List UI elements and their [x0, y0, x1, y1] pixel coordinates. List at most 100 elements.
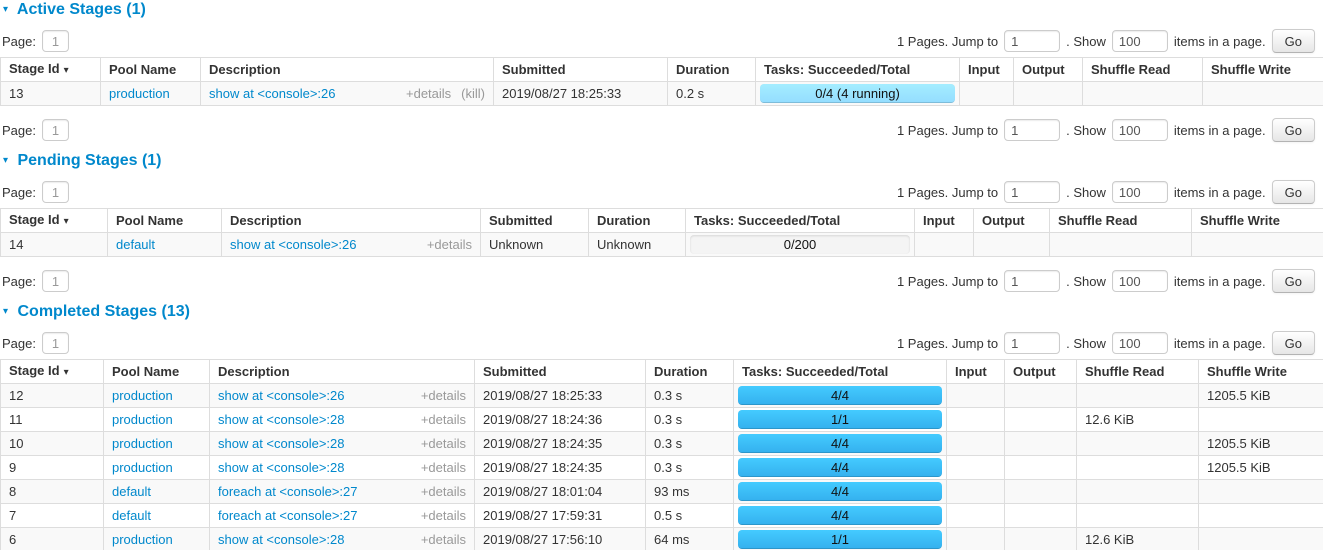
- page-number-input[interactable]: [42, 332, 69, 354]
- items-per-page-input[interactable]: [1112, 332, 1168, 354]
- column-header-pool-name[interactable]: Pool Name: [101, 58, 201, 82]
- pool-name-cell: production: [101, 82, 201, 106]
- column-header-description[interactable]: Description: [210, 360, 475, 384]
- description-link[interactable]: show at <console>:26: [230, 238, 356, 251]
- column-header-shuffle-write[interactable]: Shuffle Write: [1192, 209, 1323, 233]
- column-header-shuffle-read[interactable]: Shuffle Read: [1077, 360, 1199, 384]
- column-header-shuffle-write[interactable]: Shuffle Write: [1203, 58, 1323, 82]
- details-toggle[interactable]: +details: [406, 86, 451, 101]
- column-header-description[interactable]: Description: [201, 58, 494, 82]
- pool-name-link[interactable]: production: [112, 460, 173, 475]
- column-header-stage-id[interactable]: Stage Id▾: [1, 209, 108, 233]
- column-header-description[interactable]: Description: [222, 209, 481, 233]
- column-header-output[interactable]: Output: [974, 209, 1050, 233]
- column-header-input[interactable]: Input: [915, 209, 974, 233]
- details-toggle[interactable]: +details: [421, 412, 466, 427]
- tasks-progress-bar: 0/200: [690, 235, 910, 254]
- description-content: show at <console>:26 +details: [230, 238, 472, 251]
- pool-name-cell: production: [104, 384, 210, 408]
- duration-cell: 0.3 s: [646, 408, 734, 432]
- description-link[interactable]: show at <console>:28: [218, 437, 344, 450]
- pool-name-link[interactable]: production: [112, 412, 173, 427]
- column-header-stage-id[interactable]: Stage Id▾: [1, 360, 104, 384]
- go-button[interactable]: Go: [1272, 180, 1315, 204]
- items-text: items in a page.: [1174, 123, 1266, 138]
- details-toggle[interactable]: +details: [421, 532, 466, 547]
- pool-name-link[interactable]: default: [116, 237, 155, 252]
- pool-name-link[interactable]: default: [112, 508, 151, 523]
- description-link[interactable]: show at <console>:28: [218, 413, 344, 426]
- description-link[interactable]: foreach at <console>:27: [218, 485, 358, 498]
- description-link[interactable]: foreach at <console>:27: [218, 509, 358, 522]
- show-text: . Show: [1066, 274, 1106, 289]
- completed-stages-heading[interactable]: ▾ Completed Stages (13): [3, 303, 1323, 320]
- pool-name-link[interactable]: default: [112, 484, 151, 499]
- jump-to-page-input[interactable]: [1004, 30, 1060, 52]
- column-header-label: Shuffle Read: [1091, 62, 1170, 77]
- output-cell: [1005, 408, 1077, 432]
- details-toggle[interactable]: +details: [421, 436, 466, 451]
- description-link[interactable]: show at <console>:28: [218, 533, 344, 546]
- kill-link[interactable]: (kill): [461, 86, 485, 101]
- tasks-progress-bar: 4/4: [738, 506, 942, 525]
- jump-to-page-input[interactable]: [1004, 270, 1060, 292]
- column-header-label: Pool Name: [112, 364, 179, 379]
- column-header-shuffle-write[interactable]: Shuffle Write: [1199, 360, 1323, 384]
- jump-to-page-input[interactable]: [1004, 181, 1060, 203]
- column-header-input[interactable]: Input: [960, 58, 1014, 82]
- details-toggle[interactable]: +details: [421, 484, 466, 499]
- details-toggle[interactable]: +details: [421, 508, 466, 523]
- page-number-input[interactable]: [42, 119, 69, 141]
- column-header-input[interactable]: Input: [947, 360, 1005, 384]
- items-per-page-input[interactable]: [1112, 30, 1168, 52]
- tasks-cell: 1/1: [734, 528, 947, 550]
- column-header-duration[interactable]: Duration: [646, 360, 734, 384]
- description-link[interactable]: show at <console>:28: [218, 461, 344, 474]
- column-header-submitted[interactable]: Submitted: [475, 360, 646, 384]
- column-header-duration[interactable]: Duration: [668, 58, 756, 82]
- column-header-pool-name[interactable]: Pool Name: [104, 360, 210, 384]
- description-meta: +details: [411, 509, 466, 522]
- column-header-shuffle-read[interactable]: Shuffle Read: [1083, 58, 1203, 82]
- pool-name-link[interactable]: production: [112, 388, 173, 403]
- go-button[interactable]: Go: [1272, 29, 1315, 53]
- pool-name-link[interactable]: production: [109, 86, 170, 101]
- column-header-output[interactable]: Output: [1005, 360, 1077, 384]
- tasks-cell: 4/4: [734, 504, 947, 528]
- pagination-row: Page: 1 Pages. Jump to . Show items in a…: [0, 118, 1323, 142]
- column-header-stage-id[interactable]: Stage Id▾: [1, 58, 101, 82]
- description-meta: +details: [417, 238, 472, 251]
- page-number-input[interactable]: [42, 270, 69, 292]
- jump-to-page-input[interactable]: [1004, 332, 1060, 354]
- active-stages-heading[interactable]: ▾ Active Stages (1): [3, 1, 1323, 18]
- go-button[interactable]: Go: [1272, 331, 1315, 355]
- column-header-shuffle-read[interactable]: Shuffle Read: [1050, 209, 1192, 233]
- column-header-tasks-succeeded-total[interactable]: Tasks: Succeeded/Total: [686, 209, 915, 233]
- pool-name-link[interactable]: production: [112, 436, 173, 451]
- column-header-duration[interactable]: Duration: [589, 209, 686, 233]
- details-toggle[interactable]: +details: [421, 460, 466, 475]
- items-per-page-input[interactable]: [1112, 270, 1168, 292]
- go-button[interactable]: Go: [1272, 269, 1315, 293]
- go-button[interactable]: Go: [1272, 118, 1315, 142]
- column-header-submitted[interactable]: Submitted: [494, 58, 668, 82]
- column-header-tasks-succeeded-total[interactable]: Tasks: Succeeded/Total: [734, 360, 947, 384]
- details-toggle[interactable]: +details: [421, 388, 466, 403]
- page-number-input[interactable]: [42, 30, 69, 52]
- shuffle-read-cell: [1077, 480, 1199, 504]
- page-number-input[interactable]: [42, 181, 69, 203]
- shuffle-write-cell: [1199, 408, 1323, 432]
- description-link[interactable]: show at <console>:26: [218, 389, 344, 402]
- column-header-submitted[interactable]: Submitted: [481, 209, 589, 233]
- pending-stages-heading[interactable]: ▾ Pending Stages (1): [3, 152, 1323, 169]
- details-toggle[interactable]: +details: [427, 237, 472, 252]
- column-header-output[interactable]: Output: [1014, 58, 1083, 82]
- items-per-page-input[interactable]: [1112, 119, 1168, 141]
- duration-cell: 0.3 s: [646, 432, 734, 456]
- items-per-page-input[interactable]: [1112, 181, 1168, 203]
- column-header-tasks-succeeded-total[interactable]: Tasks: Succeeded/Total: [756, 58, 960, 82]
- pool-name-link[interactable]: production: [112, 532, 173, 547]
- jump-to-page-input[interactable]: [1004, 119, 1060, 141]
- column-header-pool-name[interactable]: Pool Name: [108, 209, 222, 233]
- description-link[interactable]: show at <console>:26: [209, 87, 335, 100]
